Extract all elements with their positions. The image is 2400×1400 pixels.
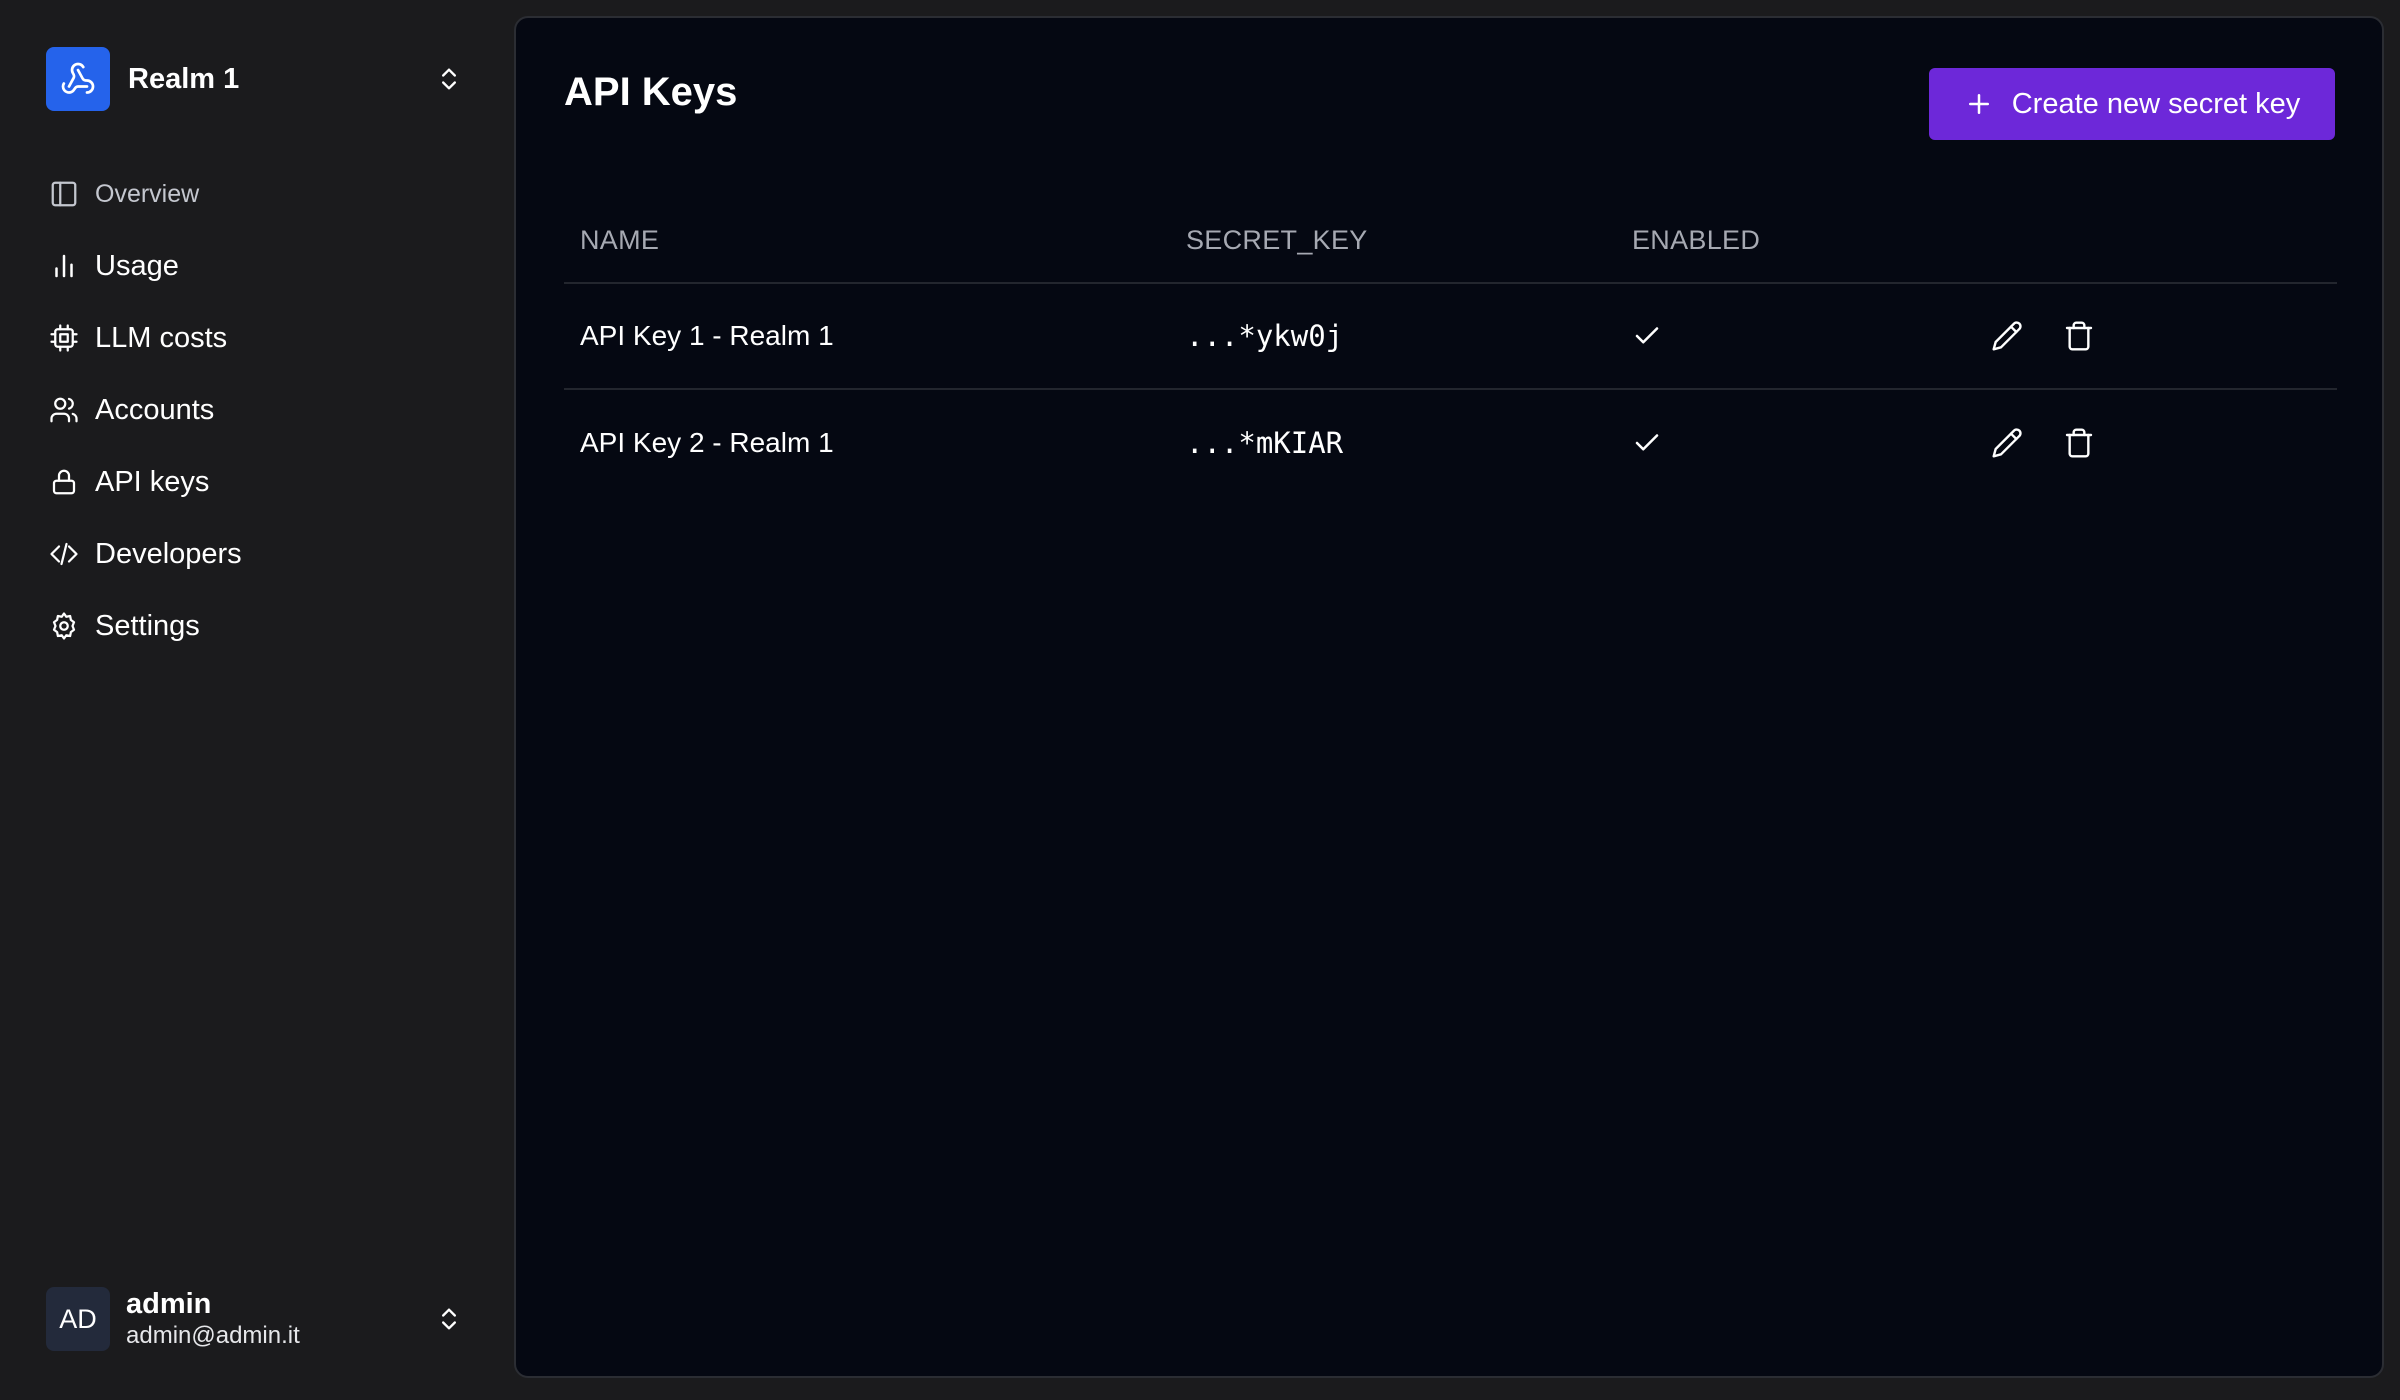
code-icon: [46, 536, 82, 572]
key-name: API Key 2 - Realm 1: [580, 427, 834, 458]
user-menu[interactable]: AD admin admin@admin.it: [46, 1286, 466, 1352]
secret-key-value: ...*ykw0j: [1186, 319, 1344, 353]
column-header-enabled[interactable]: ENABLED: [1632, 225, 1987, 256]
main-panel: API Keys Create new secret key NAME SECR…: [514, 16, 2384, 1378]
secret-key-value: ...*mKIAR: [1186, 426, 1344, 460]
sidebar-item-llm-costs[interactable]: LLM costs: [46, 308, 466, 368]
sidebar-item-developers[interactable]: Developers: [46, 524, 466, 584]
sidebar-item-usage[interactable]: Usage: [46, 236, 466, 296]
user-name: admin: [126, 1288, 212, 1320]
lock-icon: [46, 464, 82, 500]
sidebar-nav: Overview Usage LLM costs Accounts API ke…: [46, 164, 466, 668]
column-header-name[interactable]: NAME: [580, 225, 1186, 256]
sidebar: Realm 1 Overview Usage LLM costs Account…: [0, 0, 514, 1400]
page-title: API Keys: [564, 70, 738, 114]
pencil-icon: [1992, 428, 2022, 458]
sidebar-item-accounts[interactable]: Accounts: [46, 380, 466, 440]
chevrons-up-down-icon: [432, 1302, 466, 1336]
app-root: Realm 1 Overview Usage LLM costs Account…: [0, 0, 2400, 1400]
pencil-icon: [1992, 321, 2022, 351]
create-secret-key-button[interactable]: Create new secret key: [1929, 68, 2335, 140]
delete-button[interactable]: [2059, 316, 2099, 356]
user-email: admin@admin.it: [126, 1322, 300, 1349]
sidebar-item-label: Overview: [95, 179, 200, 208]
sidebar-item-settings[interactable]: Settings: [46, 596, 466, 656]
plus-icon: [1964, 89, 1994, 119]
sidebar-item-label: Settings: [95, 609, 200, 642]
api-keys-table: NAME SECRET_KEY ENABLED API Key 1 - Real…: [564, 198, 2337, 496]
sidebar-item-label: Developers: [95, 537, 242, 570]
edit-button[interactable]: [1987, 316, 2027, 356]
sidebar-item-label: LLM costs: [95, 321, 228, 354]
trash-icon: [2065, 321, 2093, 351]
key-name: API Key 1 - Realm 1: [580, 320, 834, 351]
sidebar-item-api-keys[interactable]: API keys: [46, 452, 466, 512]
realm-name: Realm 1: [128, 62, 240, 95]
table-row: API Key 1 - Realm 1 ...*ykw0j: [564, 284, 2337, 390]
table-header: NAME SECRET_KEY ENABLED: [564, 198, 2337, 284]
chevrons-up-down-icon: [432, 62, 466, 96]
edit-button[interactable]: [1987, 423, 2027, 463]
panel-left-icon: [46, 176, 82, 212]
realm-switcher[interactable]: Realm 1: [46, 46, 466, 112]
sidebar-item-label: Accounts: [95, 393, 215, 426]
create-secret-key-label: Create new secret key: [2011, 87, 2301, 120]
avatar: AD: [46, 1287, 110, 1351]
bar-chart-icon: [46, 248, 82, 284]
trash-icon: [2065, 428, 2093, 458]
check-icon: [1632, 425, 1668, 461]
delete-button[interactable]: [2059, 423, 2099, 463]
row-actions: [1987, 316, 2099, 356]
sidebar-item-overview[interactable]: Overview: [46, 164, 466, 224]
user-info: admin admin@admin.it: [126, 1287, 432, 1351]
row-actions: [1987, 423, 2099, 463]
sidebar-item-label: API keys: [95, 465, 210, 498]
sidebar-item-label: Usage: [95, 249, 179, 282]
cpu-icon: [46, 320, 82, 356]
check-icon: [1632, 318, 1668, 354]
table-row: API Key 2 - Realm 1 ...*mKIAR: [564, 390, 2337, 496]
webhook-icon: [46, 47, 110, 111]
column-header-secret-key[interactable]: SECRET_KEY: [1186, 225, 1632, 256]
users-icon: [46, 392, 82, 428]
gear-icon: [46, 608, 82, 644]
